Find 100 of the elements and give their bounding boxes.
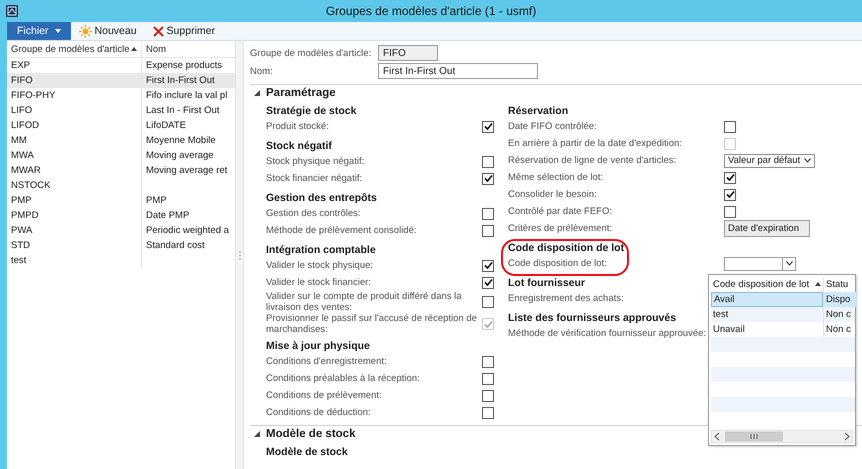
field-label: Réservation de ligne de vente d'articles:	[508, 155, 676, 166]
table-cell[interactable]: Moyenne Mobile	[146, 135, 216, 146]
field-label: Méthode de vérification fournisseur approuvée:	[508, 328, 706, 339]
table-cell[interactable]: LIFO	[7, 103, 141, 118]
section-heading: Stock négatif	[266, 140, 332, 152]
checkbox[interactable]	[482, 120, 494, 132]
table-cell[interactable]: test	[711, 306, 823, 322]
section-heading: Stratégie de stock	[266, 105, 356, 117]
field-label: Méthode de prélèvement consolidé:	[266, 225, 417, 236]
checkbox[interactable]	[724, 206, 736, 218]
table-cell[interactable]: Periodic weighted a	[146, 225, 229, 236]
field-label: Groupe de modèles d'article:	[250, 48, 372, 58]
table-cell[interactable]: test	[7, 253, 141, 268]
section-heading: Gestion des entrepôts	[266, 192, 377, 204]
table-cell[interactable]: Unavail	[711, 322, 823, 336]
field-label: Critères de prélèvement:	[508, 223, 612, 234]
field-label: Stock financier négatif:	[266, 173, 362, 184]
field-label: Code disposition de lot:	[508, 258, 607, 269]
table-cell[interactable]: Non c	[823, 306, 856, 322]
table-cell[interactable]: NSTOCK	[7, 178, 141, 193]
collapse-triangle-icon[interactable]	[254, 90, 260, 96]
table-cell[interactable]: PWA	[7, 223, 141, 238]
field-label: Contrôlé par date FEFO:	[508, 206, 612, 217]
table-cell[interactable]: MWAR	[7, 163, 141, 178]
section-heading: Réservation	[508, 105, 568, 117]
table-cell[interactable]: PMP	[146, 195, 167, 206]
toolbar-button[interactable]: Supprimer	[144, 22, 223, 40]
section-heading: Code disposition de lot	[508, 242, 624, 254]
checkbox[interactable]	[482, 156, 494, 168]
sun-icon	[78, 24, 92, 38]
table-cell[interactable]: STD	[7, 238, 141, 253]
table-cell[interactable]: PMPD	[7, 208, 141, 223]
section-heading: Intégration comptable	[266, 244, 376, 256]
fasttab-title[interactable]: Paramétrage	[266, 86, 336, 98]
checkbox[interactable]	[482, 224, 494, 236]
table-cell[interactable]: Last In - First Out	[146, 105, 220, 116]
table-cell[interactable]: MM	[7, 133, 141, 148]
field-label: Même sélection de lot:	[508, 172, 604, 183]
table-cell[interactable]: Standard cost	[146, 240, 205, 251]
field-label: Valider le stock financier:	[266, 277, 371, 288]
fasttab-title[interactable]: Modèle de stock	[266, 428, 356, 440]
input-field[interactable]: First In-First Out	[378, 63, 538, 79]
table-cell[interactable]: LifoDATE	[146, 120, 186, 131]
table-cell[interactable]: LIFOD	[7, 118, 141, 133]
field-label: Enregistrement des achats:	[508, 293, 624, 304]
input-field[interactable]: Date d'expiration	[724, 220, 810, 237]
field-label: Nom:	[250, 66, 274, 76]
field-label: Conditions de déduction:	[266, 407, 371, 418]
section-heading: Liste des fournisseurs approuvés	[508, 312, 676, 324]
table-cell[interactable]: First In-First Out	[146, 75, 215, 86]
field-label: Provisionner le passif sur l'accusé de réception de marchandises:	[266, 313, 478, 335]
input-field[interactable]: FIFO	[378, 45, 438, 61]
delete-x-icon	[152, 26, 164, 36]
column-header[interactable]: Code disposition de lot	[711, 276, 823, 292]
checkbox[interactable]	[724, 188, 736, 200]
table-cell[interactable]: MWA	[7, 148, 141, 163]
section-heading: Modèle de stock	[266, 446, 348, 458]
table-cell[interactable]: FIFO-PHY	[7, 88, 141, 103]
checkbox[interactable]	[482, 208, 494, 220]
checkbox[interactable]	[482, 372, 494, 384]
sort-arrow-icon	[131, 47, 137, 51]
checkbox[interactable]	[482, 172, 494, 184]
table-cell[interactable]: Dispo	[823, 292, 856, 306]
checkbox[interactable]	[482, 276, 494, 288]
section-heading: Mise à jour physique	[266, 340, 370, 352]
checkbox[interactable]	[482, 296, 494, 308]
table-cell[interactable]: PMP	[7, 193, 141, 208]
checkbox[interactable]	[482, 390, 494, 402]
table-cell[interactable]: Moving average ret	[146, 165, 228, 176]
file-menu-button[interactable]: Fichier	[7, 22, 71, 40]
field-label: Valider sur le compte de produit différé dans la livraison des ventes:	[266, 291, 463, 313]
field-label: Conditions préalables à la réception:	[266, 373, 420, 384]
caret-icon[interactable]	[54, 29, 61, 33]
field-label: En arrière à partir de la date d'expédition:	[508, 138, 682, 149]
dropdown[interactable]: Valeur par défaut	[724, 154, 816, 168]
checkbox[interactable]	[724, 120, 736, 132]
table-cell[interactable]: Fifo inclure la val pl	[146, 90, 228, 101]
sort-arrow-icon	[815, 282, 821, 286]
table-cell[interactable]: Avail	[711, 292, 823, 306]
collapse-triangle-icon[interactable]	[254, 430, 260, 436]
checkbox[interactable]	[724, 172, 736, 184]
checkbox[interactable]	[482, 260, 494, 272]
checkbox[interactable]	[482, 406, 494, 418]
field-label: Stock physique négatif:	[266, 156, 364, 167]
field-label: Consolider le besoin:	[508, 189, 597, 200]
table-cell[interactable]: EXP	[7, 58, 141, 73]
table-cell[interactable]: Moving average	[146, 150, 214, 161]
table-cell[interactable]: FIFO	[7, 73, 141, 88]
window-title: Groupes de modèles d'article (1 - usmf)	[326, 4, 536, 18]
checkbox[interactable]	[482, 356, 494, 368]
table-cell[interactable]: Expense products	[146, 60, 222, 71]
field-label: Valider le stock physique:	[266, 260, 374, 271]
app-icon	[6, 5, 18, 17]
field-label: Conditions de prélèvement:	[266, 390, 382, 401]
field-label: Gestion des contrôles:	[266, 208, 361, 219]
horizontal-scrollbar[interactable]	[711, 430, 853, 442]
table-cell[interactable]: Date PMP	[146, 210, 190, 221]
field-label: Date FIFO contrôlée:	[508, 121, 597, 132]
toolbar-button[interactable]: Nouveau	[70, 22, 145, 40]
section-heading: Lot fournisseur	[508, 277, 586, 289]
